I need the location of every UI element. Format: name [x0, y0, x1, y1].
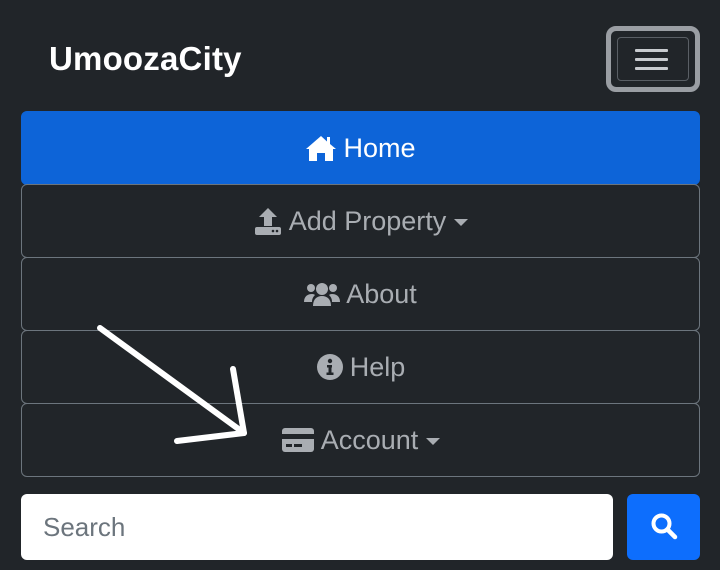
nav-item-account[interactable]: Account	[21, 403, 700, 477]
nav-item-label: Account	[320, 424, 419, 455]
nav-item-label: Add Property	[288, 205, 447, 236]
navbar-toggler-button[interactable]	[606, 26, 700, 92]
search-form	[21, 494, 700, 560]
search-icon	[650, 512, 678, 543]
nav-menu: Home Add Property About Help Account	[21, 111, 700, 477]
caret-down-icon	[454, 219, 469, 226]
info-circle-icon	[316, 353, 344, 381]
brand-logo-text[interactable]: UmoozaCity	[49, 40, 242, 78]
nav-item-help[interactable]: Help	[21, 330, 700, 404]
caret-down-icon	[426, 438, 441, 445]
search-button[interactable]	[627, 494, 700, 560]
nav-item-add-property[interactable]: Add Property	[21, 184, 700, 258]
upload-icon	[253, 206, 283, 236]
nav-item-label: Home	[343, 132, 416, 163]
users-icon	[304, 281, 341, 307]
hamburger-menu-icon	[617, 37, 689, 81]
search-input[interactable]	[21, 494, 613, 560]
nav-item-about[interactable]: About	[21, 257, 700, 331]
home-icon	[305, 134, 337, 162]
nav-item-label: About	[346, 278, 417, 309]
nav-item-label: Help	[349, 351, 406, 382]
nav-item-home[interactable]: Home	[21, 111, 700, 185]
credit-card-icon	[281, 427, 315, 453]
navbar: UmoozaCity Home Add Property About Help …	[0, 0, 720, 570]
